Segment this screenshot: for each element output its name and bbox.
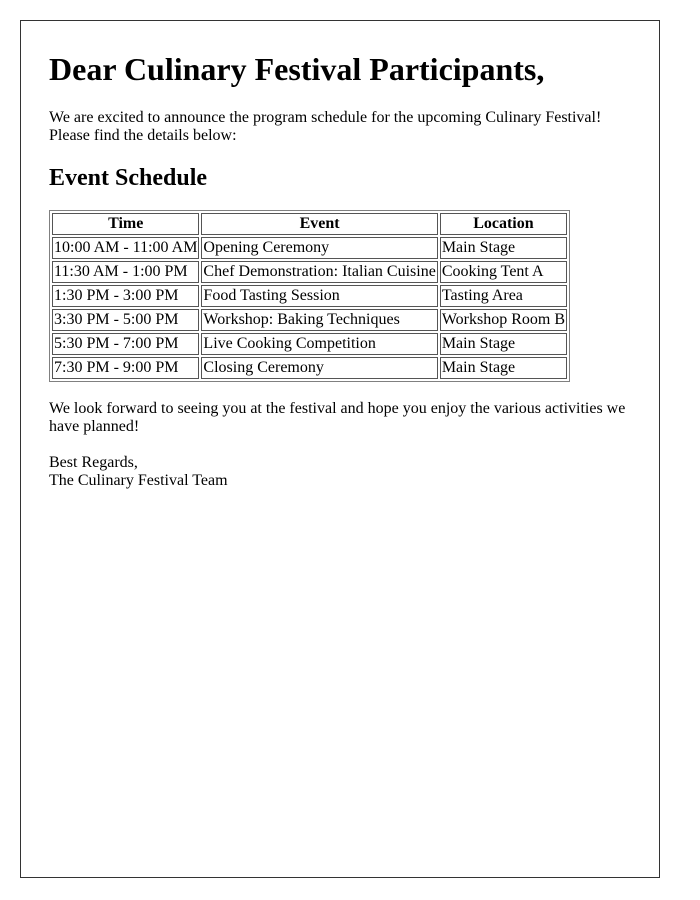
- letter-container: Dear Culinary Festival Participants, We …: [20, 20, 660, 878]
- cell-location: Main Stage: [439, 237, 567, 259]
- signoff-team: The Culinary Festival Team: [49, 472, 228, 489]
- cell-time: 1:30 PM - 3:00 PM: [52, 285, 200, 307]
- closing-paragraph: We look forward to seeing you at the fes…: [49, 400, 626, 435]
- cell-event: Workshop: Baking Techniques: [201, 309, 438, 331]
- cell-event: Chef Demonstration: Italian Cuisine: [201, 261, 438, 283]
- intro-line-1: We are excited to announce the program s…: [49, 109, 602, 126]
- signoff-regards: Best Regards,: [49, 454, 138, 471]
- table-row: 5:30 PM - 7:00 PM Live Cooking Competiti…: [52, 333, 567, 355]
- cell-location: Cooking Tent A: [439, 261, 567, 283]
- table-row: 3:30 PM - 5:00 PM Workshop: Baking Techn…: [52, 309, 567, 331]
- header-time: Time: [52, 213, 200, 235]
- cell-event: Closing Ceremony: [201, 357, 438, 379]
- cell-location: Tasting Area: [439, 285, 567, 307]
- signoff: Best Regards, The Culinary Festival Team: [49, 454, 631, 490]
- cell-location: Workshop Room B: [439, 309, 567, 331]
- cell-time: 11:30 AM - 1:00 PM: [52, 261, 200, 283]
- header-location: Location: [439, 213, 567, 235]
- intro-paragraph: We are excited to announce the program s…: [49, 109, 631, 145]
- table-row: 7:30 PM - 9:00 PM Closing Ceremony Main …: [52, 357, 567, 379]
- cell-time: 7:30 PM - 9:00 PM: [52, 357, 200, 379]
- cell-event: Food Tasting Session: [201, 285, 438, 307]
- table-header-row: Time Event Location: [52, 213, 567, 235]
- table-row: 10:00 AM - 11:00 AM Opening Ceremony Mai…: [52, 237, 567, 259]
- table-row: 11:30 AM - 1:00 PM Chef Demonstration: I…: [52, 261, 567, 283]
- schedule-table: Time Event Location 10:00 AM - 11:00 AM …: [49, 210, 570, 382]
- greeting-heading: Dear Culinary Festival Participants,: [49, 51, 545, 87]
- cell-event: Live Cooking Competition: [201, 333, 438, 355]
- cell-location: Main Stage: [439, 333, 567, 355]
- cell-event: Opening Ceremony: [201, 237, 438, 259]
- cell-location: Main Stage: [439, 357, 567, 379]
- cell-time: 3:30 PM - 5:00 PM: [52, 309, 200, 331]
- cell-time: 5:30 PM - 7:00 PM: [52, 333, 200, 355]
- header-event: Event: [201, 213, 438, 235]
- intro-line-2: Please find the details below:: [49, 127, 237, 144]
- schedule-heading: Event Schedule: [49, 165, 208, 191]
- table-row: 1:30 PM - 3:00 PM Food Tasting Session T…: [52, 285, 567, 307]
- cell-time: 10:00 AM - 11:00 AM: [52, 237, 200, 259]
